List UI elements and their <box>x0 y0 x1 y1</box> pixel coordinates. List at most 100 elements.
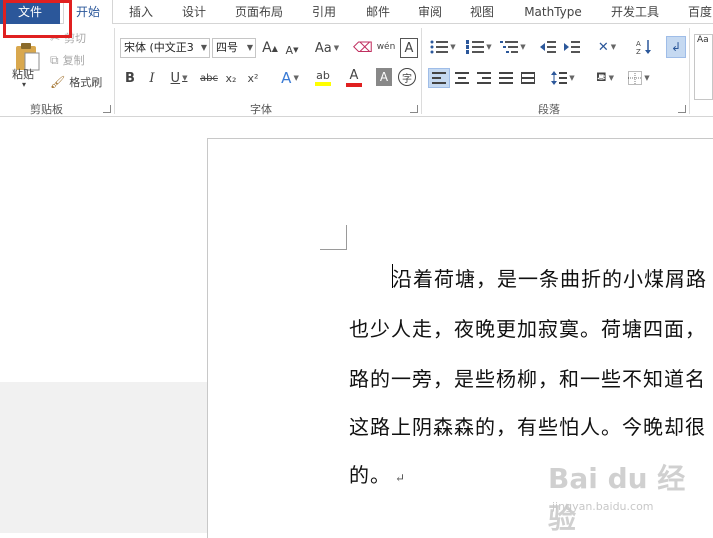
document-line-1[interactable]: 沿着荷塘，是一条曲折的小煤屑路 <box>392 263 707 292</box>
group-divider <box>114 28 115 114</box>
margin-corner-mark <box>320 249 347 250</box>
pilcrow-icon: ↲ <box>670 40 682 54</box>
tab-review[interactable]: 审阅 <box>406 0 454 24</box>
highlight-annotation-box <box>3 0 72 38</box>
format-painter-button[interactable]: 🖌 格式刷 <box>50 74 102 90</box>
document-line-4[interactable]: 这路上阴森森的，有些怕人。今晚却很 <box>349 411 706 440</box>
tab-mailings[interactable]: 邮件 <box>354 0 402 24</box>
paintbrush-icon: 🖌 <box>50 75 66 89</box>
paragraph-mark-icon: ↵ <box>395 471 407 485</box>
justify-icon <box>499 72 513 84</box>
decrease-indent-button[interactable] <box>538 36 558 58</box>
tab-references[interactable]: 引用 <box>300 0 348 24</box>
clipboard-launcher-icon[interactable] <box>103 105 111 113</box>
chevron-down-icon: ▼ <box>200 43 207 52</box>
baidu-watermark-url: jingyan.baidu.com <box>552 500 654 513</box>
asian-layout-button[interactable]: ✕ ▼ <box>592 36 622 58</box>
line-spacing-button[interactable]: ▼ <box>548 68 578 88</box>
shrink-font-icon: A <box>285 43 294 57</box>
copy-icon: ⧉ <box>50 52 59 67</box>
align-center-button[interactable] <box>452 68 472 88</box>
tab-insert[interactable]: 插入 <box>117 0 165 24</box>
paint-bucket-icon: ⛾ <box>595 69 607 85</box>
superscript-button[interactable]: x² <box>244 68 262 88</box>
multilevel-list-button[interactable]: ▼ <box>498 36 528 58</box>
multilevel-list-icon <box>500 41 519 53</box>
font-size-dropdown[interactable]: 四号 ▼ <box>212 38 256 58</box>
distributed-button[interactable] <box>518 68 538 88</box>
tab-baidu[interactable]: 百度 <box>680 0 713 24</box>
clear-formatting-button[interactable]: ⌫ <box>353 38 373 58</box>
bullets-button[interactable]: ▼ <box>428 36 458 58</box>
change-case-button[interactable]: Aa ▼ <box>312 38 342 58</box>
character-shading-button[interactable]: A <box>376 68 392 86</box>
underline-button[interactable]: U ▼ <box>166 68 192 88</box>
enclose-characters-button[interactable]: 字 <box>398 68 416 86</box>
bold-button[interactable]: B <box>122 68 138 88</box>
highlight-color-bar <box>315 81 331 86</box>
text-effects-button[interactable]: A ▼ <box>276 68 304 88</box>
paragraph-group-label: 段落 <box>538 103 560 116</box>
align-left-icon <box>432 72 446 84</box>
bullet-list-icon <box>430 40 449 54</box>
font-size-value: 四号 <box>216 41 238 54</box>
subscript-icon: x₂ <box>225 71 237 85</box>
sort-button[interactable]: A Z <box>634 36 654 58</box>
document-line-5[interactable]: 的。 ↵ <box>349 459 406 488</box>
document-canvas-gray <box>0 382 208 533</box>
character-border-icon: A <box>404 40 414 56</box>
ribbon-home: 粘贴 ▾ ✂ 剪切 ⧉ 复制 🖌 格式刷 剪贴板 宋体 (中文正3 ▼ 四号 ▼… <box>0 24 713 117</box>
paragraph-launcher-icon[interactable] <box>678 105 686 113</box>
font-name-value: 宋体 (中文正3 <box>124 41 194 54</box>
font-launcher-icon[interactable] <box>410 105 418 113</box>
styles-gallery[interactable]: Aa <box>694 34 713 100</box>
align-left-button[interactable] <box>428 68 450 88</box>
font-group-label: 字体 <box>250 103 272 116</box>
margin-corner-mark <box>346 225 347 250</box>
font-color-icon: A <box>349 67 359 83</box>
tab-mathtype[interactable]: MathType <box>516 0 590 24</box>
font-name-dropdown[interactable]: 宋体 (中文正3 ▼ <box>120 38 210 58</box>
numbering-button[interactable]: ▼ <box>464 36 494 58</box>
phonetic-guide-button[interactable]: wén <box>376 36 396 58</box>
ribbon-tab-bar: 文件 开始 插入 设计 页面布局 引用 邮件 审阅 视图 MathType 开发… <box>0 0 713 25</box>
font-color-button[interactable]: A <box>340 66 368 88</box>
document-line-3[interactable]: 路的一旁，是些杨柳，和一些不知道名 <box>349 363 706 392</box>
show-hide-marks-button[interactable]: ↲ <box>666 36 686 58</box>
shading-button[interactable]: ⛾ ▼ <box>590 68 620 88</box>
copy-label: 复制 <box>62 54 85 67</box>
strikethrough-icon: abc <box>200 72 218 84</box>
tab-design[interactable]: 设计 <box>170 0 218 24</box>
clipboard-group-label: 剪贴板 <box>30 103 63 116</box>
bold-icon: B <box>125 70 135 86</box>
sort-icon: A Z <box>636 40 651 55</box>
chevron-down-icon: ▼ <box>246 43 253 52</box>
increase-indent-icon <box>564 41 580 53</box>
grow-font-button[interactable]: A ▲ <box>262 38 278 58</box>
justify-button[interactable] <box>496 68 516 88</box>
line-spacing-icon <box>551 71 568 85</box>
font-color-bar <box>346 82 362 87</box>
svg-text:A: A <box>636 40 641 48</box>
document-line-5-text: 的。 <box>349 463 391 487</box>
strikethrough-button[interactable]: abc <box>198 68 220 88</box>
increase-indent-button[interactable] <box>562 36 582 58</box>
subscript-button[interactable]: x₂ <box>222 68 240 88</box>
highlight-color-button[interactable]: ab <box>308 66 338 88</box>
superscript-icon: x² <box>247 71 259 85</box>
shrink-font-button[interactable]: A ▼ <box>284 40 300 60</box>
tab-developer[interactable]: 开发工具 <box>600 0 670 24</box>
italic-button[interactable]: I <box>144 68 160 88</box>
character-border-button[interactable]: A <box>400 38 418 58</box>
phonetic-guide-icon: wén <box>376 42 396 52</box>
align-center-icon <box>455 72 469 84</box>
align-right-button[interactable] <box>474 68 494 88</box>
borders-icon <box>628 71 643 85</box>
tab-page-layout[interactable]: 页面布局 <box>224 0 294 24</box>
tab-view[interactable]: 视图 <box>458 0 506 24</box>
paste-dropdown-arrow[interactable]: ▾ <box>22 80 26 89</box>
highlighter-icon: ab <box>316 68 330 82</box>
copy-button[interactable]: ⧉ 复制 <box>50 52 85 68</box>
document-line-2[interactable]: 也少人走，夜晚更加寂寞。荷塘四面， <box>349 313 706 342</box>
borders-button[interactable]: ▼ <box>624 68 654 88</box>
